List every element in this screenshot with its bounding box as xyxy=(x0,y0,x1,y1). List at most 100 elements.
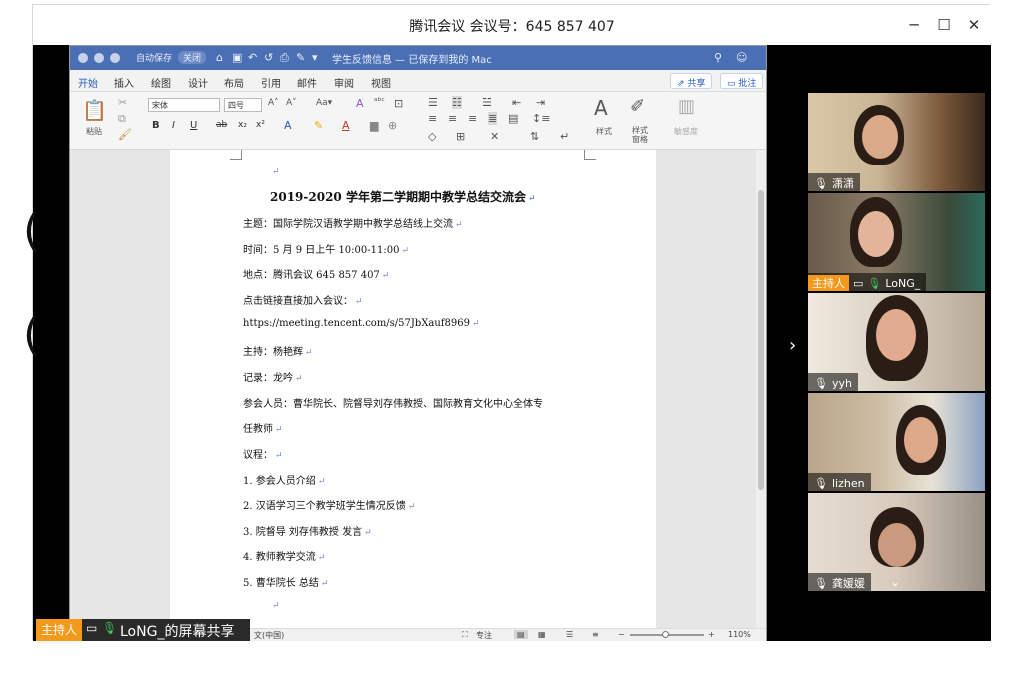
doc-line-agenda-2: 2. 汉语学习三个教学班学生情况反馈 ↵ xyxy=(243,501,416,512)
char-border-icon[interactable]: ⊡ xyxy=(394,97,403,110)
customize-icon[interactable]: ▾ xyxy=(312,51,318,64)
focus-icon[interactable]: ⛶ xyxy=(462,630,468,640)
zoom-level[interactable]: 110% xyxy=(728,630,751,639)
bold-icon[interactable]: B xyxy=(152,120,160,131)
change-case-icon[interactable]: Aa▾ xyxy=(316,98,332,108)
paste-icon[interactable]: 📋 xyxy=(82,98,107,122)
chevron-right-icon[interactable]: › xyxy=(789,335,796,356)
tab-mailings[interactable]: 邮件 xyxy=(297,75,317,90)
minimize-button[interactable]: ─ xyxy=(903,14,925,36)
tab-view[interactable]: 视图 xyxy=(371,75,391,90)
screen-share-badge[interactable]: 主持人 ▭ 🎙 LoNG_的屏幕共享 xyxy=(36,619,250,641)
maximize-button[interactable]: ☐ xyxy=(933,14,955,36)
save-icon[interactable]: ▣ xyxy=(232,51,242,64)
clear-format-icon[interactable]: A xyxy=(356,97,364,110)
borders-icon[interactable]: ⊞ xyxy=(456,130,465,143)
margin-corner xyxy=(230,150,242,160)
grow-font-icon[interactable]: A˄ xyxy=(268,98,279,108)
focus-label[interactable]: 专注 xyxy=(476,630,492,641)
multilevel-list-icon[interactable]: ☱ xyxy=(482,96,492,109)
font-size-select[interactable]: 四号 xyxy=(224,98,262,112)
scroll-thumb[interactable] xyxy=(758,190,764,490)
phonetic-guide-icon[interactable]: ᵃᵇᶜ xyxy=(374,97,385,107)
text-effects-icon[interactable]: A xyxy=(284,119,292,132)
superscript-icon[interactable]: x² xyxy=(256,120,265,130)
underline-icon[interactable]: U xyxy=(190,120,197,131)
document-page[interactable]: ↵ 2019-2020 学年第二学期期中教学总结交流会 ↵ 主题：国际学院汉语教学… xyxy=(170,150,656,628)
decrease-indent-icon[interactable]: ⇤ xyxy=(512,96,521,109)
cut-icon[interactable]: ✂ xyxy=(118,96,127,109)
doc-line-attendees-cont: 任教师 ↵ xyxy=(243,424,283,435)
styles-pane-label: 样式 窗格 xyxy=(632,126,648,144)
subscript-icon[interactable]: x₂ xyxy=(238,120,247,130)
zoom-out-icon[interactable]: − xyxy=(618,630,625,639)
sensitivity-icon[interactable]: ▥ xyxy=(678,96,695,117)
redo-icon[interactable]: ↺ xyxy=(264,51,273,64)
distributed-icon[interactable]: ▤ xyxy=(508,112,518,125)
tab-review[interactable]: 审阅 xyxy=(334,75,354,90)
font-color-icon[interactable]: A xyxy=(342,119,350,132)
align-left-icon[interactable]: ≡ xyxy=(428,112,437,125)
shrink-font-icon[interactable]: A˅ xyxy=(286,98,297,108)
doc-line-time: 时间：5 月 9 日上午 10:00-11:00 ↵ xyxy=(243,245,410,256)
doc-line-attendees: 参会人员：曹华院长、院督导刘存伟教授、国际教育文化中心全体专 xyxy=(243,399,543,410)
numbering-icon[interactable]: ☷ xyxy=(452,96,462,109)
draft-icon[interactable]: ≡ xyxy=(592,630,599,639)
participant-face xyxy=(858,211,894,257)
italic-icon[interactable]: I xyxy=(172,120,175,131)
participant-tile[interactable]: 🎙 yyh xyxy=(808,293,985,391)
print-layout-icon[interactable]: ▤ xyxy=(514,630,528,639)
sort-icon[interactable]: ⇅ xyxy=(530,130,539,143)
share-button[interactable]: ⇗ 共享 xyxy=(670,73,713,89)
char-shading-icon[interactable]: ▆ xyxy=(370,119,378,132)
background-glyph: ( xyxy=(23,205,41,256)
doc-line-location: 地点：腾讯会议 645 857 407 ↵ xyxy=(243,270,390,281)
edit-icon[interactable]: ✎ xyxy=(296,51,305,64)
chevron-down-icon[interactable]: ⌄ xyxy=(890,575,900,589)
undo-icon[interactable]: ↶ xyxy=(248,51,257,64)
participant-tile[interactable]: 🎙 龚媛媛 ⌄ xyxy=(808,493,985,591)
align-right-icon[interactable]: ≡ xyxy=(468,112,477,125)
outline-icon[interactable]: ☰ xyxy=(566,630,573,639)
zoom-slider-handle[interactable] xyxy=(662,631,669,638)
increase-indent-icon[interactable]: ⇥ xyxy=(536,96,545,109)
smiley-icon[interactable]: ☺ xyxy=(736,51,747,64)
zoom-in-icon[interactable]: + xyxy=(708,630,715,639)
search-icon[interactable]: ⚲ xyxy=(714,51,722,64)
justify-icon[interactable]: ≣ xyxy=(488,112,498,125)
language-status[interactable]: 文(中国) xyxy=(254,630,284,641)
home-icon[interactable]: ⌂ xyxy=(216,51,223,64)
styles-icon[interactable]: A xyxy=(594,96,608,120)
copy-icon[interactable]: ⧉ xyxy=(118,112,126,126)
margin-corner xyxy=(584,150,596,160)
autosave-toggle[interactable]: 关闭 xyxy=(178,51,207,64)
highlight-icon[interactable]: ✎ xyxy=(314,119,323,132)
tab-layout[interactable]: 布局 xyxy=(224,75,244,90)
comment-button[interactable]: ▭ 批注 xyxy=(720,73,764,89)
participant-tile[interactable]: 主持人 ▭ 🎙 LoNG_ xyxy=(808,193,985,291)
asian-layout-icon[interactable]: ✕ xyxy=(490,130,499,143)
bullets-icon[interactable]: ☰ xyxy=(428,96,438,109)
styles-pane-icon[interactable]: ✐ xyxy=(630,96,645,117)
vertical-scrollbar[interactable] xyxy=(756,150,766,628)
participant-name-bar: 🎙 lizhen xyxy=(808,473,871,491)
align-center-icon[interactable]: ≡ xyxy=(448,112,457,125)
participant-name-bar: 🎙 潇潇 xyxy=(808,173,860,191)
tab-design[interactable]: 设计 xyxy=(188,75,208,90)
enclose-char-icon[interactable]: ⊕ xyxy=(388,119,397,132)
web-layout-icon[interactable]: ▦ xyxy=(538,630,546,639)
participant-tile[interactable]: 🎙 潇潇 xyxy=(808,93,985,191)
close-button[interactable]: ✕ xyxy=(963,14,985,36)
doc-line-meeting-url[interactable]: https://meeting.tencent.com/s/57JbXauf89… xyxy=(243,318,480,329)
show-marks-icon[interactable]: ↵ xyxy=(560,130,569,143)
tab-references[interactable]: 引用 xyxy=(261,75,281,90)
participant-tile[interactable]: 🎙 lizhen xyxy=(808,393,985,491)
line-spacing-icon[interactable]: ↕≡ xyxy=(532,112,550,125)
format-painter-icon[interactable]: 🖌 xyxy=(118,128,132,141)
font-select[interactable]: 宋体 xyxy=(148,98,220,112)
tab-draw[interactable]: 绘图 xyxy=(151,75,171,90)
strikethrough-icon[interactable]: ab xyxy=(216,120,227,130)
tab-insert[interactable]: 插入 xyxy=(114,75,134,90)
print-icon[interactable]: ⎙ xyxy=(280,51,289,65)
shading-icon[interactable]: ◇ xyxy=(428,130,436,143)
